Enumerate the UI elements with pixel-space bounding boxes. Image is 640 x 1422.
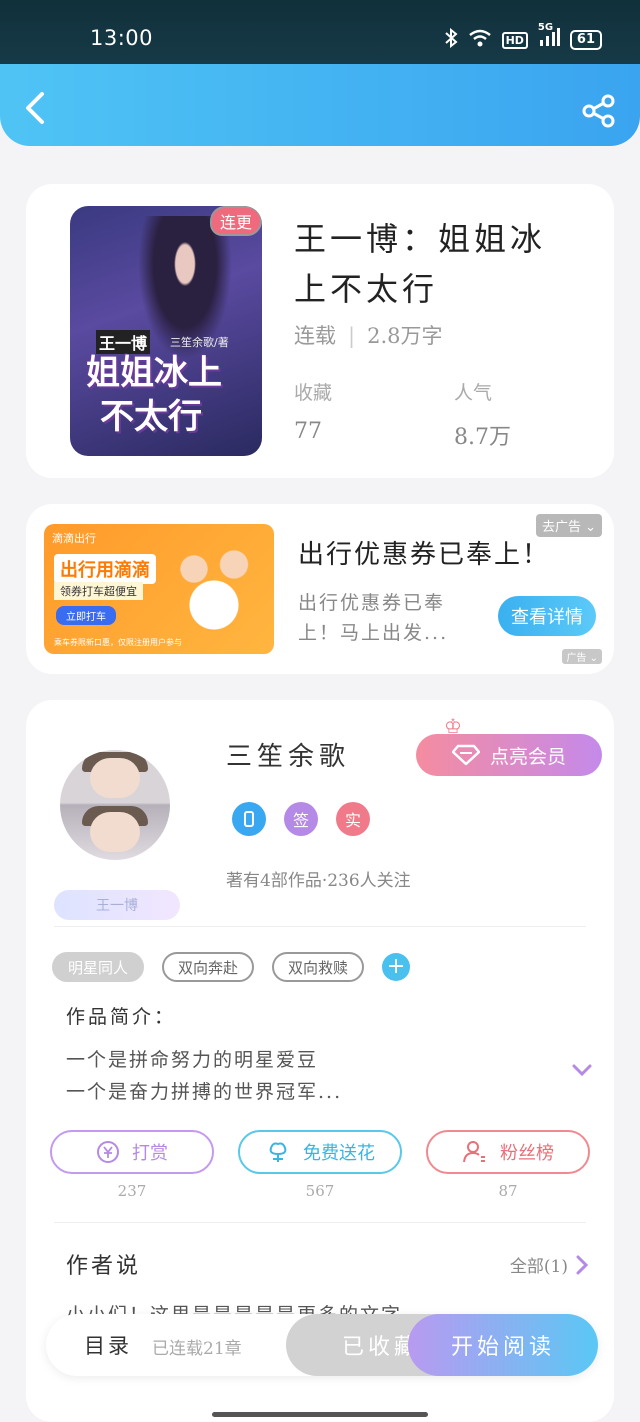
cover-update-tag: 连更 <box>209 206 262 236</box>
ad-image-people <box>164 542 264 632</box>
fan-badge: 王一博 <box>54 890 180 920</box>
ad-mark-label: 广告 <box>566 653 587 664</box>
bluetooth-icon <box>444 27 458 52</box>
tip-label: 打赏 <box>132 1143 168 1164</box>
intro-line: 一个是奋力拼搏的世界冠军... <box>66 1081 343 1103</box>
battery-icon: 61 <box>569 30 602 50</box>
status-icons: HD 5G 61 <box>444 22 602 52</box>
top-nav <box>0 64 640 146</box>
collect-stat: 收藏 77 <box>294 378 332 444</box>
chevron-left-icon <box>26 92 44 124</box>
popularity-value: 8.7万 <box>454 425 511 450</box>
tag-item[interactable]: 双向救赎 <box>272 952 365 982</box>
send-flower-button[interactable]: 免费送花 <box>238 1130 402 1174</box>
tip-action: 打赏 237 <box>50 1130 214 1200</box>
toc-button[interactable]: 目录 <box>84 1330 132 1360</box>
ad-image-button: 立即打车 <box>56 606 116 625</box>
ad-close-label: 去广告 <box>541 520 581 535</box>
ad-description: 出行优惠券已奉上！马上出发... <box>298 592 449 644</box>
fans-rank-button[interactable]: 粉丝榜 <box>426 1130 590 1174</box>
ad-mark: 广告 ⌄ <box>562 649 602 664</box>
tag-item[interactable]: 明星同人 <box>52 952 145 982</box>
fans-rank-label: 粉丝榜 <box>500 1143 554 1164</box>
flower-action: 免费送花 567 <box>238 1130 402 1200</box>
share-button[interactable] <box>582 94 616 128</box>
vip-button-label: 点亮会员 <box>489 745 566 768</box>
intro-label: 作品简介： <box>66 1006 177 1028</box>
author-stats: 著有4部作品·236人关注 <box>226 871 411 891</box>
ad-image-fine-print: 乘车券限新口惠，仅限注册用户参与 <box>54 638 182 647</box>
ad-image-logo: 滴滴出行 <box>52 532 96 545</box>
cover-series: 王一博 <box>96 330 151 354</box>
flower-icon <box>269 1142 287 1162</box>
popularity-label: 人气 <box>454 382 493 404</box>
divider <box>54 926 586 927</box>
status-time: 13:00 <box>90 26 154 50</box>
ad-image-headline: 出行用滴滴 <box>54 554 156 584</box>
intro-text: 一个是拼命努力的明星爱豆 一个是奋力拼搏的世界冠军... <box>66 1044 342 1108</box>
signed-badge: 签 <box>284 802 318 836</box>
book-info-card: 连更 王一博 三笙余歌/著 姐姐冰上 不太行 王一博：姐姐冰上不太行 连载 | 2.… <box>26 184 614 478</box>
ad-image[interactable]: 滴滴出行 出行用滴滴 领券打车超便宜 立即打车 乘车券限新口惠，仅限注册用户参与 <box>44 524 274 654</box>
ad-detail-button[interactable]: 查看详情 <box>498 596 596 636</box>
home-indicator[interactable] <box>212 1412 428 1417</box>
fans-count: 87 <box>498 1182 518 1200</box>
wifi-icon <box>468 29 492 51</box>
verified-badge: 实 <box>336 802 370 836</box>
start-reading-button[interactable]: 开始阅读 <box>408 1314 598 1376</box>
collect-value: 77 <box>294 419 322 444</box>
expand-intro-button[interactable] <box>572 1062 592 1077</box>
cover-author: 三笙余歌/著 <box>170 336 229 349</box>
cover-title-line1: 姐姐冰上 <box>86 353 222 393</box>
intro-line: 一个是拼命努力的明星爱豆 <box>66 1049 319 1071</box>
ad-card[interactable]: 滴滴出行 出行用滴滴 领券打车超便宜 立即打车 乘车券限新口惠，仅限注册用户参与… <box>26 504 614 674</box>
status-bar: 13:00 HD 5G 61 <box>0 0 640 64</box>
cover-title-line2: 不太行 <box>100 397 202 437</box>
popularity-stat: 人气 8.7万 <box>454 378 511 451</box>
author-badges: 签 实 <box>232 802 370 836</box>
all-link-label: 全部(1) <box>509 1257 568 1277</box>
tip-count: 237 <box>117 1182 147 1200</box>
toc-chapter-count: 已连载21章 <box>152 1339 242 1359</box>
ad-close-button[interactable]: 去广告 ⌄ <box>535 514 602 537</box>
vip-button[interactable]: 点亮会员 <box>416 734 602 776</box>
ad-image-subline: 领券打车超便宜 <box>54 582 143 600</box>
fans-icon <box>463 1141 485 1163</box>
book-status: 连载 <box>294 324 336 348</box>
author-avatar[interactable] <box>60 750 170 860</box>
diamond-icon <box>451 744 480 766</box>
chevron-down-icon <box>572 1064 592 1077</box>
author-says-title: 作者说 <box>66 1254 142 1279</box>
share-icon <box>582 94 615 128</box>
tag-item[interactable]: 双向奔赴 <box>162 952 255 982</box>
divider <box>54 1222 586 1223</box>
add-tag-button[interactable]: + <box>382 953 411 981</box>
book-meta: 连载 | 2.8万字 <box>294 324 443 348</box>
bottom-action-bar: 目录 已连载21章 已收藏 开始阅读 <box>46 1314 598 1376</box>
fans-action: 粉丝榜 87 <box>426 1130 590 1200</box>
signal-icon: 5G <box>538 22 560 52</box>
collect-label: 收藏 <box>294 382 333 404</box>
ad-title: 出行优惠券已奉上！ <box>298 540 551 570</box>
send-flower-label: 免费送花 <box>303 1143 375 1164</box>
hd-icon: HD <box>501 31 528 49</box>
yen-icon <box>97 1141 119 1163</box>
author-name[interactable]: 三笙余歌 <box>226 736 350 773</box>
back-button[interactable] <box>22 90 52 126</box>
chevron-right-icon <box>576 1255 588 1274</box>
tag-list: 明星同人 双向奔赴 双向救赎 + <box>52 952 411 982</box>
flower-count: 567 <box>305 1182 335 1200</box>
author-says-all-link[interactable]: 全部(1) <box>510 1252 588 1277</box>
book-title: 王一博：姐姐冰上不太行 <box>294 220 547 308</box>
action-row: 打赏 237 免费送花 567 粉丝榜 87 <box>50 1130 590 1200</box>
tip-button[interactable]: 打赏 <box>50 1130 214 1174</box>
level-badge-icon <box>232 802 266 836</box>
network-type: 5G <box>537 22 554 33</box>
book-cover[interactable]: 连更 王一博 三笙余歌/著 姐姐冰上 不太行 <box>70 206 262 456</box>
book-word-count: 2.8万字 <box>367 324 443 348</box>
